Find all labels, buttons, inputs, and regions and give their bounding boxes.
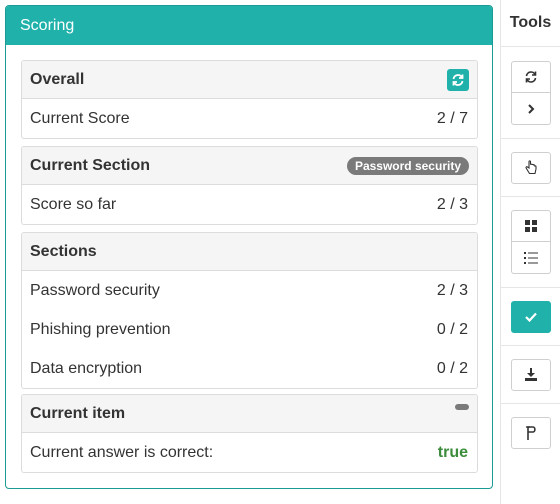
grid-view-icon <box>525 220 537 232</box>
section-row: Phishing prevention 0 / 2 <box>22 310 477 349</box>
tools-separator <box>501 196 560 197</box>
overall-header: Overall <box>22 61 477 99</box>
section-value: 2 / 3 <box>436 281 468 299</box>
current-item-title: Current item <box>30 404 126 422</box>
sections-title: Sections <box>30 242 97 260</box>
p-tool-button[interactable] <box>511 417 551 449</box>
current-score-label: Current Score <box>30 109 130 127</box>
check-tool-button[interactable] <box>511 301 551 333</box>
current-item-header: Current item <box>22 395 477 433</box>
chevron-right-icon <box>528 103 535 114</box>
list-view-icon <box>524 251 538 264</box>
collapse-button[interactable] <box>455 403 469 410</box>
sections-card: Sections Password security 2 / 3 Phishin… <box>21 232 478 389</box>
next-tool-button[interactable] <box>511 93 551 125</box>
answer-correct-value: true <box>437 443 468 461</box>
section-value: 0 / 2 <box>436 359 468 377</box>
score-so-far-value: 2 / 3 <box>436 195 468 213</box>
list-view-button[interactable] <box>511 242 551 274</box>
scoring-panel: Scoring Overall Current Score 2 / 7 Curr… <box>5 5 493 489</box>
p-tool-icon <box>526 426 536 440</box>
section-label: Password security <box>30 281 160 299</box>
tools-separator <box>501 138 560 139</box>
tools-divider <box>500 0 501 504</box>
check-icon <box>525 312 537 322</box>
current-section-title: Current Section <box>30 156 151 174</box>
overall-card: Overall Current Score 2 / 7 <box>21 60 478 139</box>
grid-view-button[interactable] <box>511 210 551 242</box>
tools-separator <box>501 403 560 404</box>
overall-title: Overall <box>30 70 85 88</box>
tools-separator <box>501 345 560 346</box>
tools-separator <box>501 287 560 288</box>
section-row: Data encryption 0 / 2 <box>22 349 477 388</box>
tools-separator <box>501 46 560 47</box>
refresh-icon <box>525 71 537 83</box>
sections-header: Sections <box>22 233 477 271</box>
section-label: Data encryption <box>30 359 143 377</box>
answer-correct-row: Current answer is correct: true <box>22 433 477 472</box>
section-row: Password security 2 / 3 <box>22 271 477 310</box>
section-value: 0 / 2 <box>436 320 468 338</box>
refresh-icon <box>452 73 464 86</box>
scoring-panel-title: Scoring <box>6 6 492 45</box>
pointer-hand-icon <box>525 160 537 175</box>
download-tool-button[interactable] <box>511 359 551 391</box>
tools-title: Tools <box>509 14 552 31</box>
current-item-card: Current item Current answer is correct: … <box>21 394 478 473</box>
section-label: Phishing prevention <box>30 320 171 338</box>
download-icon <box>525 368 537 381</box>
section-badge: Password security <box>346 156 469 175</box>
current-section-card: Current Section Password security Score … <box>21 146 478 225</box>
current-score-row: Current Score 2 / 7 <box>22 99 477 138</box>
current-score-value: 2 / 7 <box>436 109 468 127</box>
refresh-tool-button[interactable] <box>511 61 551 93</box>
refresh-score-button[interactable] <box>447 68 469 91</box>
score-so-far-label: Score so far <box>30 195 117 213</box>
answer-correct-label: Current answer is correct: <box>30 443 214 461</box>
current-section-header: Current Section Password security <box>22 147 477 185</box>
pointer-tool-button[interactable] <box>511 152 551 184</box>
score-so-far-row: Score so far 2 / 3 <box>22 185 477 224</box>
